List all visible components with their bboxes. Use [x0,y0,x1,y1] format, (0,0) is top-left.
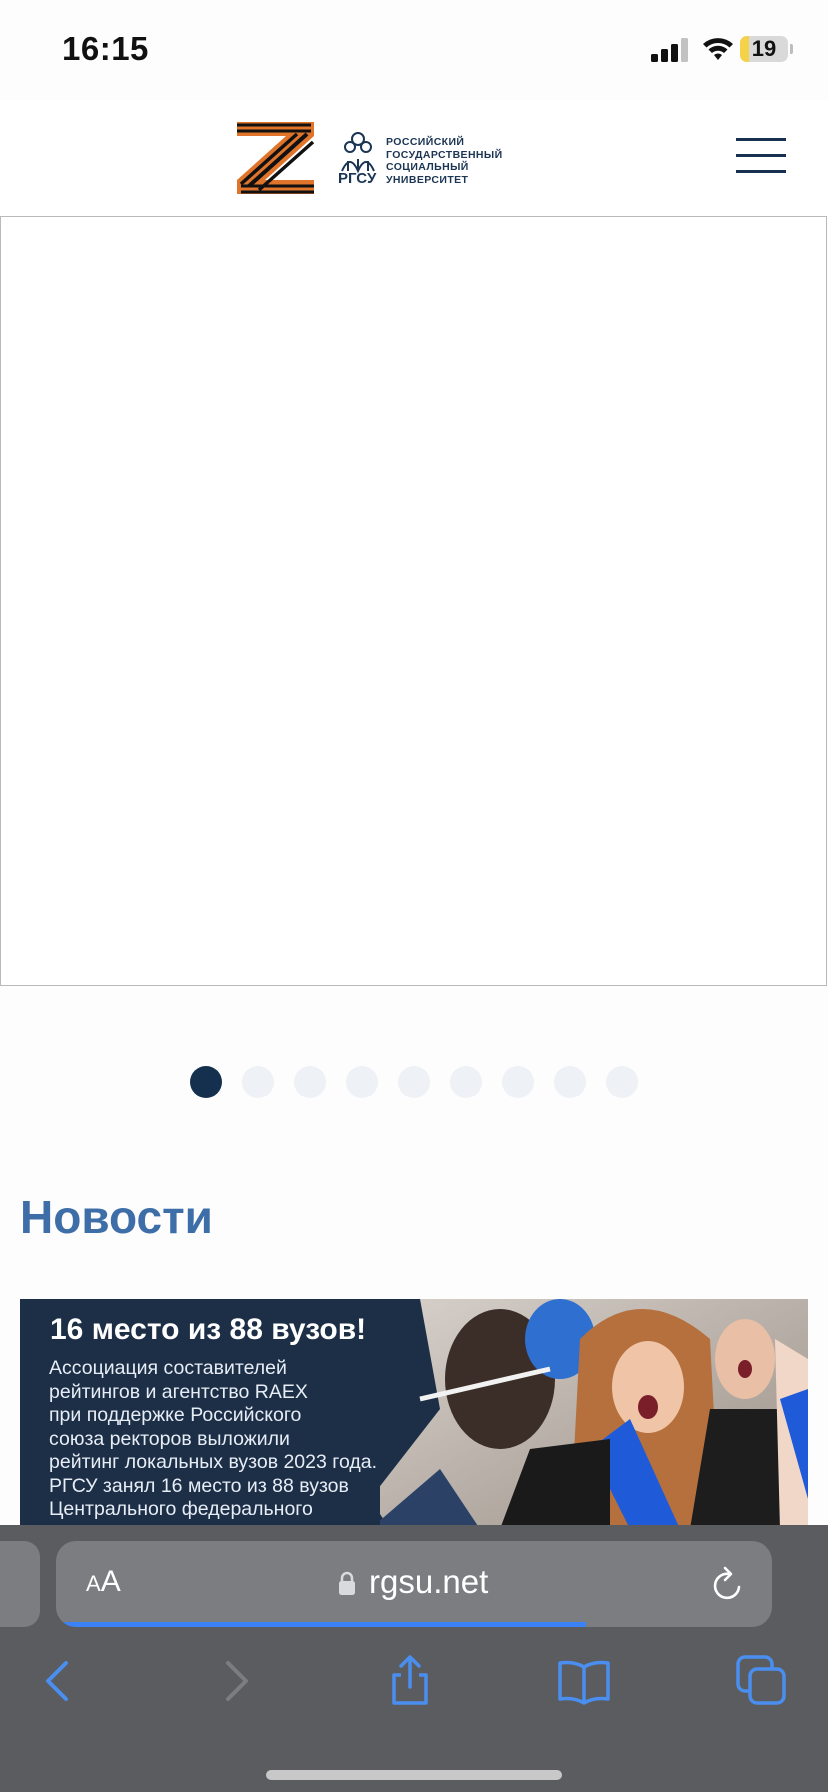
university-name-line: УНИВЕРСИТЕТ [386,173,469,186]
slider-dot[interactable] [346,1066,378,1098]
slider-dot[interactable] [554,1066,586,1098]
university-name-line: РОССИЙСКИЙ [386,136,465,148]
news-text-line: союза ректоров выложили [49,1427,290,1450]
news-text: Ассоциация составителей рейтингов и аген… [49,1357,419,1522]
slider-dot[interactable] [398,1066,430,1098]
back-icon[interactable] [30,1653,86,1709]
news-heading: Новости [20,1191,213,1243]
slider-dot[interactable] [450,1066,482,1098]
cellular-signal-icon [651,38,688,62]
bookmarks-icon[interactable] [556,1653,612,1709]
status-time: 16:15 [62,30,149,67]
rgsu-abbreviation: РГСУ [338,170,377,187]
z-ribbon-logo[interactable] [233,118,318,196]
reader-text-size-button[interactable]: AA [86,1565,121,1599]
news-photo [380,1299,808,1529]
site-header: РГСУ РОССИЙСКИЙ ГОСУДАРСТВЕННЫЙ СОЦИАЛЬН… [0,100,828,216]
previous-tab-preview[interactable] [0,1541,40,1627]
slider-dot[interactable] [190,1066,222,1098]
news-card[interactable]: 16 место из 88 вузов! Ассоциация состави… [20,1299,808,1529]
news-title: 16 место из 88 вузов! [50,1313,367,1346]
share-icon[interactable] [382,1653,438,1709]
news-text-line: Ассоциация составителей [49,1357,287,1379]
slider-dot[interactable] [242,1066,274,1098]
wifi-icon [703,38,733,60]
aa-big-glyph: A [100,1565,121,1598]
url-text: rgsu.net [369,1563,489,1600]
forward-icon[interactable] [208,1653,264,1709]
reload-icon[interactable] [710,1565,746,1603]
news-text-line: РГСУ занял 16 место из 88 вузов [49,1474,349,1497]
aa-small-glyph: A [86,1571,101,1596]
slider-pagination [190,1066,638,1098]
tabs-icon[interactable] [734,1653,790,1709]
university-name-line: СОЦИАЛЬНЫЙ [386,161,469,173]
page-load-progress [56,1622,772,1627]
lock-icon [339,1571,355,1595]
news-text-line: Центрального федерального [49,1498,313,1520]
university-name: РОССИЙСКИЙ ГОСУДАРСТВЕННЫЙ СОЦИАЛЬНЫЙ УН… [386,136,516,186]
battery-level: 19 [751,36,777,61]
university-name-line: ГОСУДАРСТВЕННЫЙ [386,148,503,161]
news-text-line: рейтинг локальных вузов 2023 года. [49,1451,378,1473]
slider-dot[interactable] [606,1066,638,1098]
status-bar: 16:15 19 [0,0,828,100]
browser-bottom-bar: AA rgsu.net [0,1525,828,1792]
news-text-line: при поддержке Российского [49,1404,302,1426]
slider-dot[interactable] [294,1066,326,1098]
home-indicator [266,1770,562,1780]
news-text-line: рейтингов и агентство RAEX [49,1380,308,1403]
hamburger-menu-icon[interactable] [736,136,786,176]
address-bar[interactable]: AA rgsu.net [56,1541,772,1627]
hero-slider[interactable] [0,216,827,986]
battery-indicator: 19 [740,36,793,62]
slider-dot[interactable] [502,1066,534,1098]
